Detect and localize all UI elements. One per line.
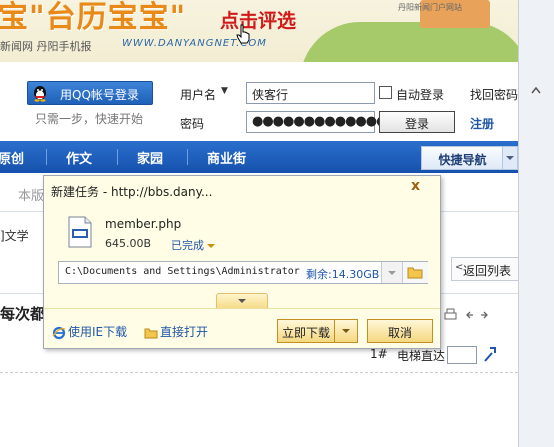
nav-separator <box>187 149 188 165</box>
qq-login-label: 用QQ帐号登录 <box>60 88 139 102</box>
username-label: 用户名 <box>180 88 217 102</box>
nav-item-business[interactable]: 商业街 <box>207 148 246 167</box>
elevator-label: 电梯直达 <box>397 349 446 363</box>
browse-folder-button[interactable] <box>402 262 428 283</box>
tab-this-board[interactable]: 本版 <box>18 185 44 204</box>
login-button-label: 登录 <box>404 117 429 131</box>
register-link[interactable]: 注册 <box>470 115 494 132</box>
folder-icon <box>144 328 158 338</box>
qq-login-hint: 只需一步，快速开始 <box>35 112 144 126</box>
auto-login-label[interactable]: 自动登录 <box>396 86 444 103</box>
thread-title: 每次都 <box>0 305 46 323</box>
banner-portal-text: 丹阳新闻门户网站 <box>398 3 462 12</box>
banner-hill-graphic <box>300 22 518 62</box>
open-directly-label: 直接打开 <box>160 325 209 339</box>
dialog-title: 新建任务 - http://bbs.dany... <box>51 185 213 199</box>
floor-number: 1# <box>370 347 388 361</box>
scroll-up-arrow-icon[interactable] <box>526 86 546 94</box>
folder-icon <box>407 267 423 279</box>
username-input[interactable]: 侠客行 <box>246 82 375 104</box>
save-path-value: C:\Documents and Settings\Administrator <box>65 266 300 277</box>
dialog-divider <box>44 308 440 309</box>
password-input[interactable]: ●●●●●●●●●●●●●●● <box>246 111 408 133</box>
username-value: 侠客行 <box>252 88 289 102</box>
file-name: member.php <box>105 217 182 231</box>
post-toolbar <box>444 308 488 320</box>
download-options-dropdown[interactable] <box>334 319 358 343</box>
back-to-list-label: 返回列表 <box>463 264 512 278</box>
new-download-dialog: 新建任务 - http://bbs.dany... x member.php 6… <box>43 175 441 349</box>
quick-nav-button[interactable]: 快捷导航 <box>421 146 504 170</box>
username-type-dropdown-icon[interactable]: ▼ <box>221 86 228 96</box>
back-to-list-button[interactable]: < 返回列表 <box>451 257 519 281</box>
login-button[interactable]: 登录 <box>379 111 455 133</box>
ie-icon <box>52 326 66 339</box>
quick-nav-label: 快捷导航 <box>438 153 487 167</box>
status-dropdown[interactable]: 已完成 <box>171 237 215 253</box>
chevron-down-icon <box>207 244 215 248</box>
save-path-field[interactable]: C:\Documents and Settings\Administrator … <box>58 261 428 284</box>
close-button[interactable]: x <box>411 178 420 194</box>
qq-penguin-icon <box>34 86 46 102</box>
cancel-label: 取消 <box>387 326 412 340</box>
nav-item-original[interactable]: 原创 <box>0 148 24 167</box>
chevron-down-icon <box>342 329 350 333</box>
elevator-floor-input[interactable] <box>447 346 477 364</box>
download-now-button[interactable]: 立即下载 <box>277 319 335 343</box>
status-text: 已完成 <box>171 239 204 252</box>
nav-item-home[interactable]: 家园 <box>137 148 163 167</box>
cancel-button[interactable]: 取消 <box>367 319 433 343</box>
print-icon[interactable] <box>444 308 457 320</box>
use-ie-download-link[interactable]: 使用IE下载 <box>52 323 127 340</box>
hand-cursor-icon <box>236 24 250 44</box>
divider <box>0 372 518 373</box>
promo-banner[interactable]: 宝"台历宝宝" 点击评选 新闻网 丹阳手机报 WWW.DANYANGNET.CO… <box>0 0 518 62</box>
banner-subtitle: 新闻网 丹阳手机报 <box>0 40 92 53</box>
elevator-go-icon[interactable] <box>482 345 498 363</box>
quick-nav-dropdown[interactable] <box>502 146 518 170</box>
use-ie-download-label: 使用IE下载 <box>68 325 128 339</box>
free-space: 剩余:14.30GB <box>306 268 380 281</box>
password-label: 密码 <box>180 117 205 131</box>
open-directly-link[interactable]: 直接打开 <box>144 323 208 340</box>
banner-cta[interactable]: 点击评选 <box>220 6 296 33</box>
expand-options-toggle[interactable] <box>216 293 268 308</box>
nav-separator <box>46 149 47 165</box>
download-now-label: 立即下载 <box>281 326 330 340</box>
breadcrumb[interactable]: ]文学 <box>0 227 29 244</box>
window-scrollbar[interactable] <box>518 0 554 447</box>
nav-separator <box>117 149 118 165</box>
file-icon <box>68 216 92 248</box>
find-password-link[interactable]: 找回密码 <box>470 86 518 103</box>
qq-login-button[interactable]: 用QQ帐号登录 <box>27 81 153 105</box>
auto-login-checkbox[interactable] <box>379 86 392 99</box>
file-size: 645.00B <box>105 237 152 250</box>
chevron-down-icon <box>238 299 246 303</box>
chevron-down-icon <box>506 156 514 160</box>
banner-headline: 宝"台历宝宝" <box>0 0 187 35</box>
path-history-dropdown[interactable] <box>381 262 402 283</box>
nav-item-essay[interactable]: 作文 <box>66 148 92 167</box>
next-thread-icon[interactable] <box>481 311 488 319</box>
chevron-down-icon <box>388 271 396 275</box>
prev-thread-icon[interactable] <box>466 311 473 319</box>
